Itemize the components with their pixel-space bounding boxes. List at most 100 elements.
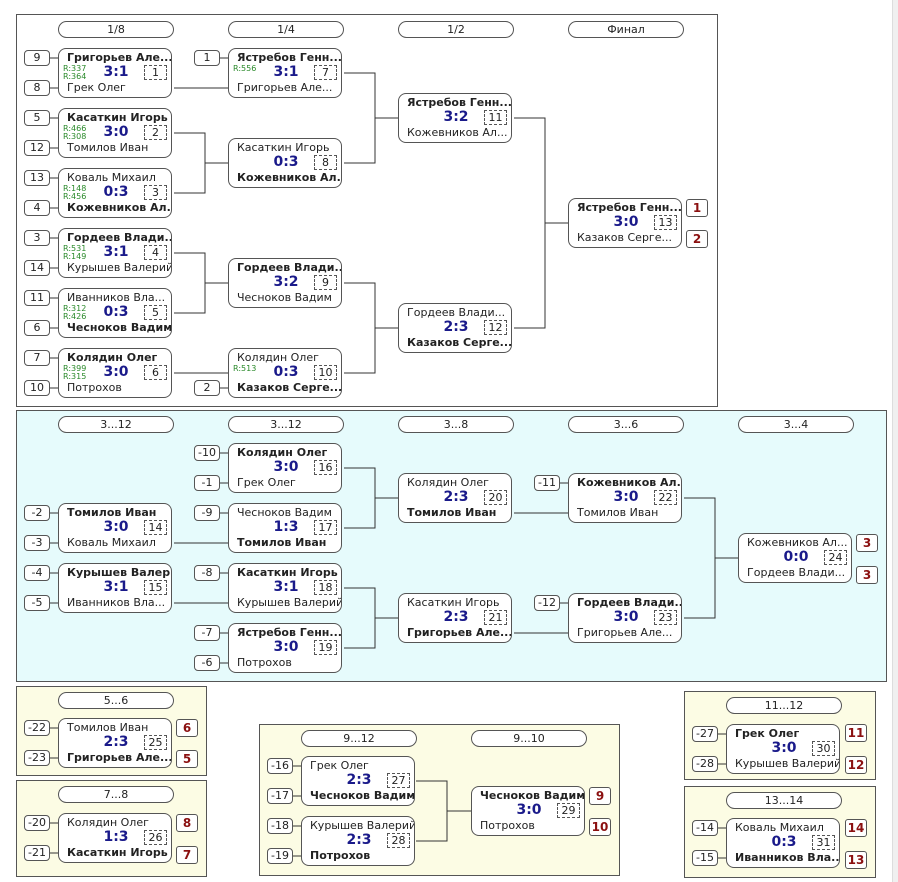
player-1-name: Ястребов Генн... xyxy=(577,201,681,214)
seed-box: -20 xyxy=(24,815,50,831)
round-header-1-4: 1/4 xyxy=(228,21,344,38)
match-box[interactable]: Иванников Вла... R:312 R:426 0:3 5 Чесноков В… xyxy=(58,288,172,338)
match-box[interactable]: Томилов Иван 3:0 14 Коваль Михаил xyxy=(58,503,172,553)
player-1-name: Грек Олег xyxy=(735,727,800,740)
match-box[interactable]: Курышев Валерий3:115Иванников Вла... xyxy=(58,563,172,613)
round-header-final: Финал xyxy=(568,21,684,38)
match-box[interactable]: Кожевников Ал... 0:0 24 Гордеев Влади... xyxy=(738,533,852,583)
seed-box: -17 xyxy=(267,788,293,804)
seed-box: -3 xyxy=(24,535,50,551)
match-number: 7 xyxy=(314,65,337,80)
match-box[interactable]: Гордеев Влади... R:531 R:149 3:1 4 Курышев Ва… xyxy=(58,228,172,278)
player-1-name: Чесноков Вадим xyxy=(237,506,332,519)
match-box[interactable]: Гордеев Влади... 3:0 23 Григорьев Але... xyxy=(568,593,682,643)
seed-box: 10 xyxy=(24,380,50,396)
player-2-name: Кожевников Ал... xyxy=(67,201,171,214)
match-box[interactable]: Томилов Иван 2:3 25 Григорьев Але... xyxy=(58,718,172,768)
player-1-name: Томилов Иван xyxy=(67,721,149,734)
player-1-name: Чесноков Вадим xyxy=(480,789,584,802)
match-number: 14 xyxy=(144,520,167,535)
rank-box: 5 xyxy=(176,750,198,768)
match-number: 26 xyxy=(144,830,167,845)
match-number: 25 xyxy=(144,735,167,750)
player-2-name: Григорьев Але... xyxy=(407,626,511,639)
player-2-name: Коваль Михаил xyxy=(67,536,156,549)
round-header-13-14: 13...14 xyxy=(726,792,842,809)
match-number: 6 xyxy=(144,365,167,380)
match-number: 21 xyxy=(484,610,507,625)
player-2-name: Курышев Валерий xyxy=(67,261,171,274)
match-box[interactable]: Колядин Олег 3:0 16 Грек Олег xyxy=(228,443,342,493)
match-box[interactable]: Гордеев Влади... 2:3 12 Казаков Серге... xyxy=(398,303,512,353)
match-box[interactable]: Касаткин Игорь 0:3 8 Кожевников Ал... xyxy=(228,138,342,188)
match-number: 18 xyxy=(314,580,337,595)
seed-box: -15 xyxy=(692,850,718,866)
match-box[interactable]: Ястребов Генн... 3:0 19 Потрохов xyxy=(228,623,342,673)
seed-box: -7 xyxy=(194,625,220,641)
seed-box: 2 xyxy=(194,380,220,396)
player-2-name: Касаткин Игорь xyxy=(67,846,168,859)
seed-box: 4 xyxy=(24,200,50,216)
match-box[interactable]: Колядин Олег R:399 R:315 3:0 6 Потрохов xyxy=(58,348,172,398)
match-box[interactable]: Колядин Олег 2:3 20 Томилов Иван xyxy=(398,473,512,523)
match-number: 1 xyxy=(144,65,167,80)
seed-box: -10 xyxy=(194,445,220,461)
seed-box: -21 xyxy=(24,845,50,861)
round-header-1-2: 1/2 xyxy=(398,21,514,38)
seed-box: 3 xyxy=(24,230,50,246)
match-box[interactable]: Грек Олег 2:3 27 Чесноков Вадим xyxy=(301,756,415,806)
match-box[interactable]: Колядин Олег 1:3 26 Касаткин Игорь xyxy=(58,813,172,863)
seed-box: -22 xyxy=(24,720,50,736)
match-number: 30 xyxy=(812,741,835,756)
player-1-name: Касаткин Игорь xyxy=(237,141,330,154)
seed-box: 14 xyxy=(24,260,50,276)
rank-box: 14 xyxy=(845,819,867,837)
player-1-name: Курышев Валерий xyxy=(310,819,414,832)
player-2-name: Гордеев Влади... xyxy=(747,566,846,579)
rank-box: 6 xyxy=(176,719,198,737)
round-header-9-12: 9...12 xyxy=(301,730,417,747)
rank-box: 2 xyxy=(686,230,708,248)
match-box[interactable]: Ястребов Генн... 3:2 11 Кожевников Ал... xyxy=(398,93,512,143)
player-1-name: Гордеев Влади... xyxy=(407,306,506,319)
match-box[interactable]: Колядин Олег R:513 0:3 10 Казаков Серге... xyxy=(228,348,342,398)
vertical-scrollbar[interactable] xyxy=(892,0,898,882)
player-1-name: Колядин Олег xyxy=(237,446,328,459)
match-box[interactable]: Кожевников Ал... 3:0 22 Томилов Иван xyxy=(568,473,682,523)
match-box[interactable]: Гордеев Влади... 3:2 9 Чесноков Вадим xyxy=(228,258,342,308)
match-number: 17 xyxy=(314,520,337,535)
match-number: 9 xyxy=(314,275,337,290)
player-1-name: Томилов Иван xyxy=(67,506,157,519)
player-1-name: Касаткин Игорь xyxy=(67,111,168,124)
match-box[interactable]: Касаткин Игорь 3:1 18 Курышев Валерий xyxy=(228,563,342,613)
player-1-name: Колядин Олег xyxy=(407,476,489,489)
player-2-name: Казаков Серге... xyxy=(577,231,672,244)
seed-box: -14 xyxy=(692,820,718,836)
player-2-name: Казаков Серге... xyxy=(407,336,511,349)
match-box[interactable]: Коваль Михаил 0:3 31 Иванников Вла... xyxy=(726,818,840,868)
match-box[interactable]: Ястребов Генн... 3:0 13 Казаков Серге... xyxy=(568,198,682,248)
match-box[interactable]: Чесноков Вадим 1:3 17 Томилов Иван xyxy=(228,503,342,553)
match-box[interactable]: Касаткин Игорь 2:3 21 Григорьев Але... xyxy=(398,593,512,643)
match-box[interactable]: Ястребов Генн... R:556 3:1 7 Григорьев Але..… xyxy=(228,48,342,98)
match-box[interactable]: Курышев Валерий 2:3 28 Потрохов xyxy=(301,816,415,866)
match-number: 28 xyxy=(387,833,410,848)
seed-box: -9 xyxy=(194,505,220,521)
match-number: 5 xyxy=(144,305,167,320)
player-2-name: Томилов Иван xyxy=(407,506,497,519)
seed-box: -6 xyxy=(194,655,220,671)
match-box[interactable]: Григорьев Але... R:337 R:364 3:1 1 Грек Олег xyxy=(58,48,172,98)
match-number: 2 xyxy=(144,125,167,140)
match-number: 22 xyxy=(654,490,677,505)
player-1-name: Колядин Олег xyxy=(67,351,158,364)
match-box[interactable]: Чесноков Вадим 3:0 29 Потрохов xyxy=(471,786,585,836)
player-2-name: Григорьев Але... xyxy=(67,751,171,764)
player-1-name: Ястребов Генн... xyxy=(237,626,341,639)
round-header-9-10: 9...10 xyxy=(471,730,587,747)
match-box[interactable]: Грек Олег 3:0 30 Курышев Валерий xyxy=(726,724,840,774)
match-number: 10 xyxy=(314,365,337,380)
match-number: 3 xyxy=(144,185,167,200)
player-2-name: Чесноков Вадим xyxy=(67,321,171,334)
match-box[interactable]: Коваль Михаил R:148 R:456 0:3 3 Кожевников Ал… xyxy=(58,168,172,218)
match-box[interactable]: Касаткин Игорь R:466 R:308 3:0 2 Томилов Иван xyxy=(58,108,172,158)
